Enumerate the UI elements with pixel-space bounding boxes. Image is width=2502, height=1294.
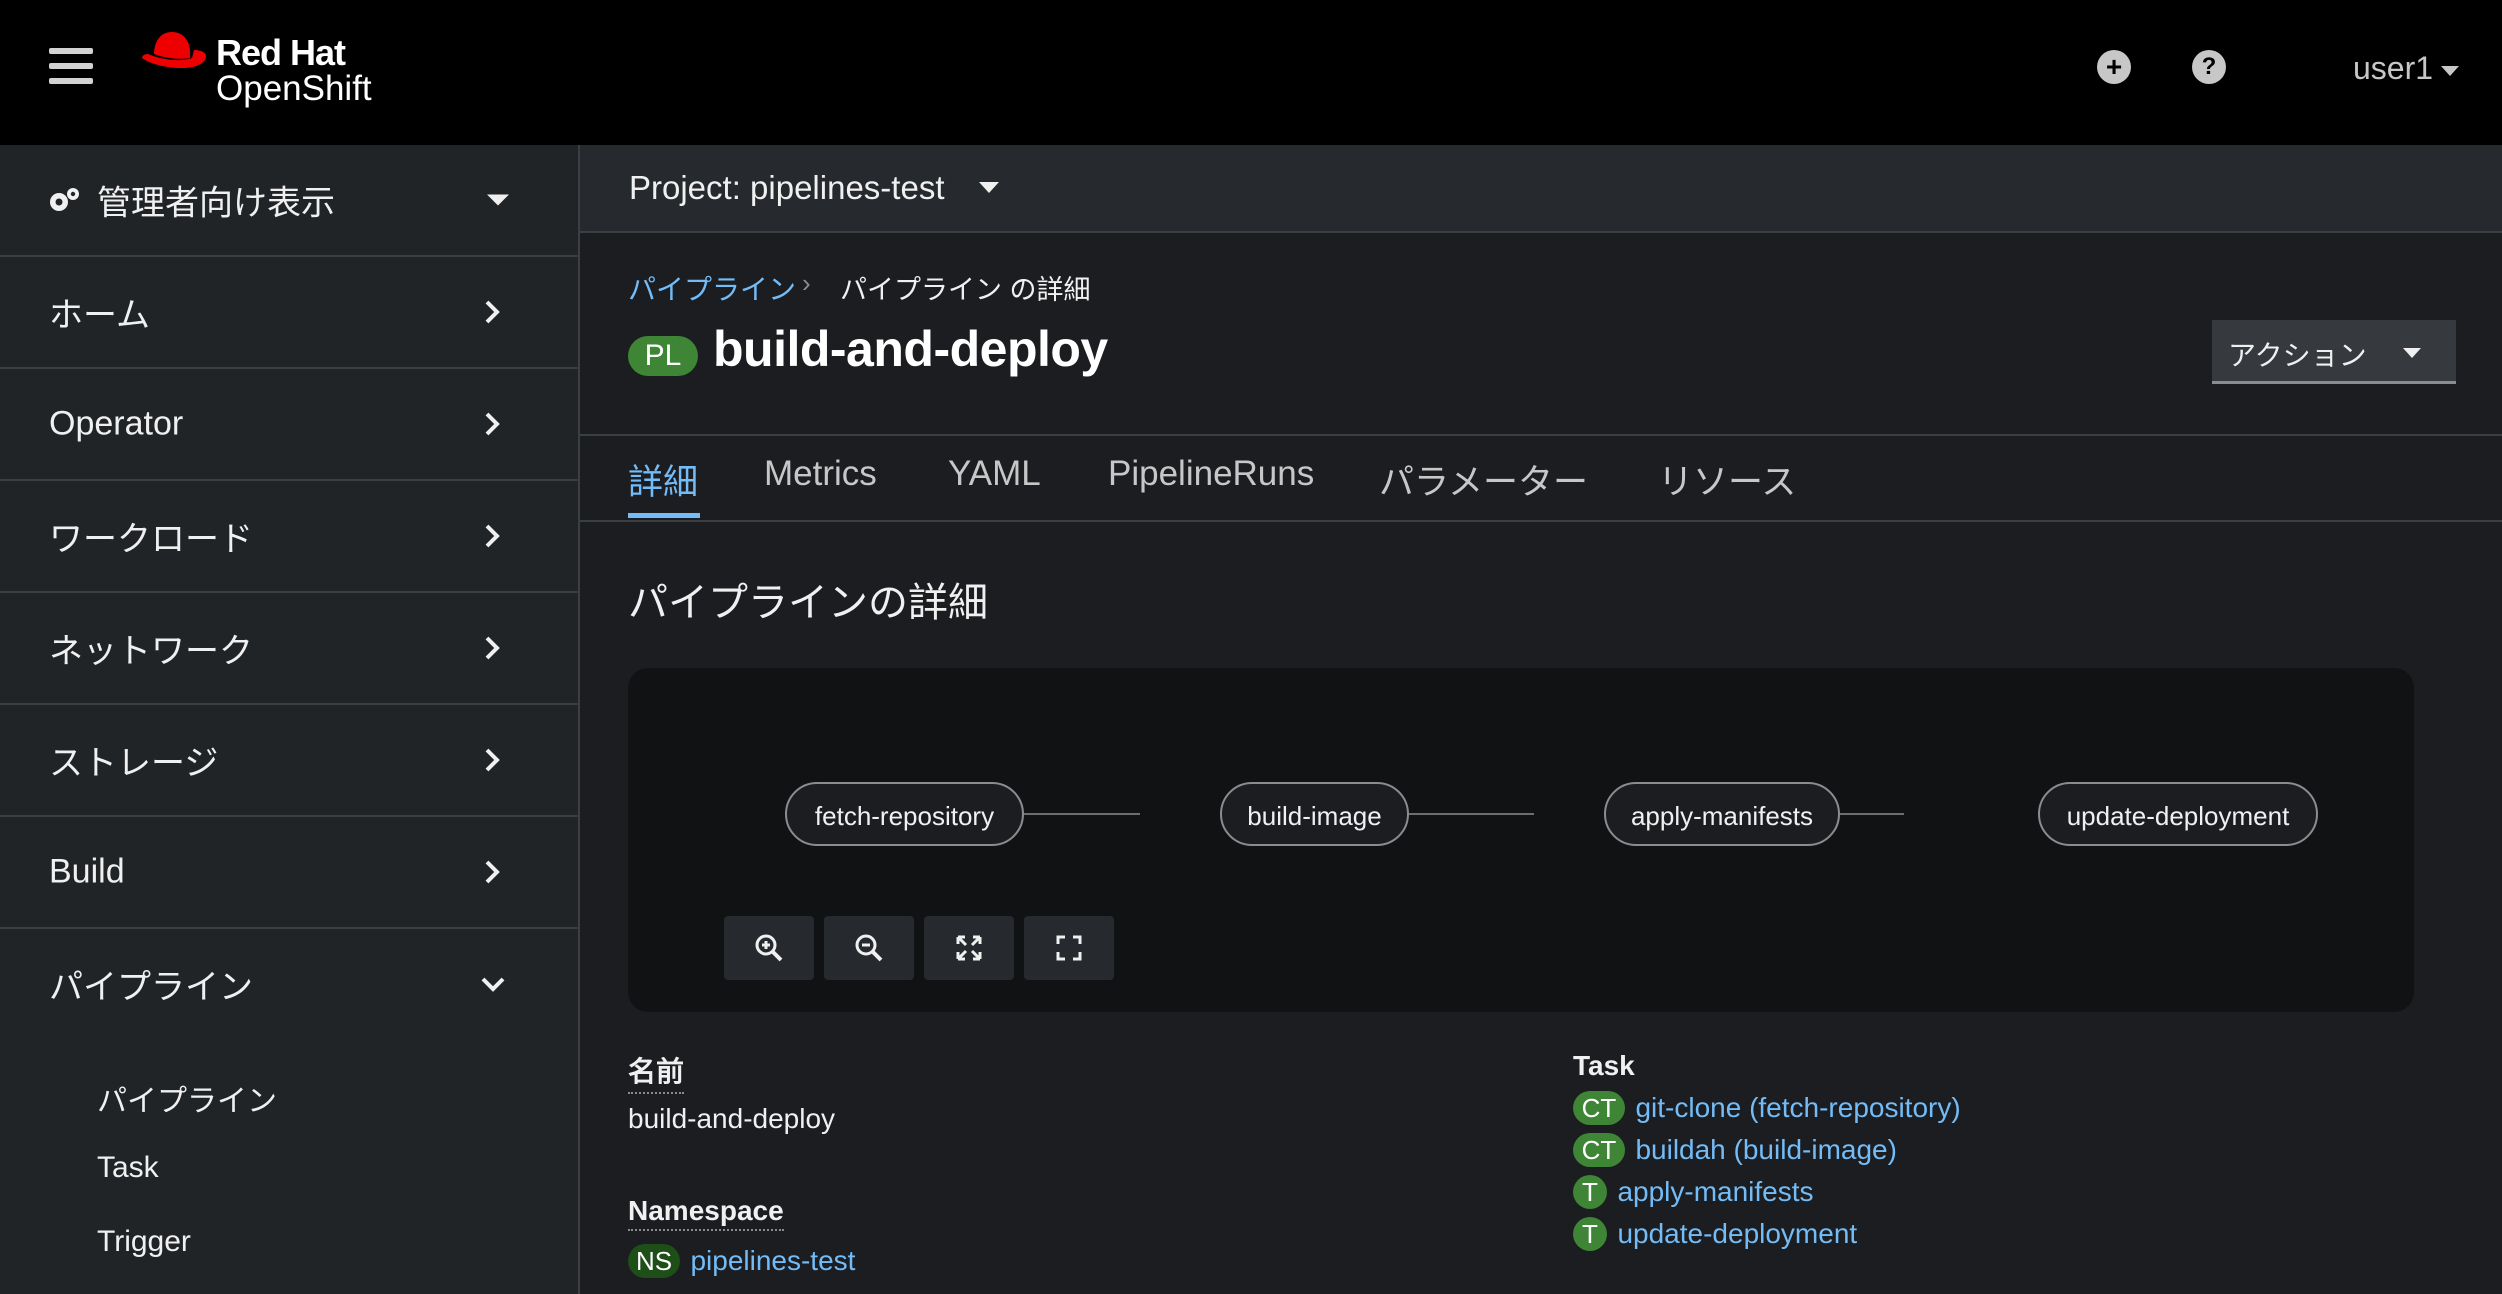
chevron-right-icon [485,748,500,772]
caret-down-icon [2403,348,2421,358]
sidebar-item-label: ワークロード [49,520,253,559]
task-badge: T [1573,1175,1607,1209]
sidebar-item-label: Build [49,852,125,891]
sidebar: 管理者向け表示 ホーム Operator ワークロード ネットワーク ストレージ… [0,145,580,1294]
chevron-right-icon [485,524,500,548]
cogs-icon [50,188,79,211]
user-name: user1 [2353,50,2434,86]
name-label: 名前 [628,1050,685,1094]
project-selector[interactable]: Project: pipelines-test [629,169,944,207]
task-row: T update-deployment [1573,1217,1857,1251]
sidebar-item-label: パイプライン [49,968,253,1007]
sidebar-item-networking[interactable]: ネットワーク [0,593,578,705]
zoom-out-button[interactable] [824,916,914,980]
project-bar: Project: pipelines-test [580,145,2502,233]
namespace-link[interactable]: pipelines-test [690,1245,855,1276]
actions-dropdown[interactable]: アクション [2212,320,2456,384]
name-value: build-and-deploy [628,1103,836,1134]
tab-parameters[interactable]: パラメーター [1379,454,1588,505]
add-icon[interactable]: + [2097,50,2131,84]
task-row: CT git-clone (fetch-repository) [1573,1091,1961,1125]
fit-to-screen-button[interactable] [924,916,1014,980]
graph-node-fetch-repository[interactable]: fetch-repository [785,782,1024,846]
pipeline-graph: fetch-repository build-image apply-manif… [628,668,2414,1012]
chevron-right-icon [485,636,500,660]
tab-yaml[interactable]: YAML [948,454,1041,494]
breadcrumb-current: パイプライン の詳細 [840,275,1091,305]
expand-arrows-icon [956,935,982,961]
sidebar-item-build[interactable]: Build [0,817,578,929]
graph-node-apply-manifests[interactable]: apply-manifests [1604,782,1840,846]
brand-line2: OpenShift [216,69,372,108]
tab-details[interactable]: 詳細 [628,454,698,505]
graph-edge [1408,813,1534,815]
section-title: パイプラインの詳細 [628,581,988,625]
sidebar-subitem-task[interactable]: Task [97,1151,159,1185]
zoom-out-icon [855,934,883,962]
task-badge: CT [1573,1091,1625,1125]
breadcrumb-pipelines-link[interactable]: パイプライン [628,268,796,308]
chevron-right-icon [485,412,500,436]
perspective-label: 管理者向け表示 [97,184,335,223]
active-tab-indicator [628,513,700,518]
task-row: CT buildah (build-image) [1573,1133,1897,1167]
perspective-switcher[interactable]: 管理者向け表示 [0,145,578,257]
sidebar-item-operator[interactable]: Operator [0,369,578,481]
graph-node-build-image[interactable]: build-image [1220,782,1409,846]
chevron-right-icon [485,860,500,884]
tab-resources[interactable]: リソース [1658,454,1796,505]
actions-label: アクション [2228,340,2367,371]
menu-icon[interactable] [49,48,93,90]
sidebar-item-label: ホーム [49,296,150,335]
breadcrumb-separator-icon: › [802,268,811,298]
zoom-in-icon [755,934,783,962]
tab-metrics[interactable]: Metrics [764,454,877,494]
caret-down-icon [487,194,509,206]
task-link[interactable]: apply-manifests [1617,1176,1813,1207]
tab-bar: 詳細 Metrics YAML PipelineRuns パラメーター リソース [580,434,2502,522]
graph-edge [1022,813,1140,815]
redhat-logo-icon [142,32,206,68]
reset-view-button[interactable] [1024,916,1114,980]
tab-pipelineruns[interactable]: PipelineRuns [1108,454,1314,494]
task-label: Task [1573,1050,1635,1081]
task-badge: CT [1573,1133,1625,1167]
task-badge: T [1573,1217,1607,1251]
sidebar-item-storage[interactable]: ストレージ [0,705,578,817]
page-title: build-and-deploy [713,321,1108,377]
task-link[interactable]: git-clone (fetch-repository) [1635,1092,1960,1123]
chevron-right-icon [485,300,500,324]
user-menu[interactable]: user1 [2353,50,2460,87]
zoom-in-button[interactable] [724,916,814,980]
sidebar-item-pipelines[interactable]: パイプライン [0,929,578,1039]
sidebar-item-label: ネットワーク [49,632,253,671]
task-link[interactable]: update-deployment [1617,1218,1857,1249]
resource-badge: PL [628,336,698,376]
caret-down-icon [2441,65,2460,76]
namespace-label: Namespace [628,1195,784,1231]
sidebar-subitem-trigger[interactable]: Trigger [97,1225,191,1259]
sidebar-item-label: ストレージ [49,744,219,783]
masthead: Red Hat OpenShift + ? user1 [0,0,2502,145]
sidebar-item-workloads[interactable]: ワークロード [0,481,578,593]
fullscreen-icon [1056,935,1082,961]
namespace-badge: NS [628,1244,680,1278]
help-icon[interactable]: ? [2192,50,2226,84]
sidebar-subitem-pipelines[interactable]: パイプライン [97,1076,277,1120]
brand-line1: Red Hat [216,32,346,73]
sidebar-item-label: Operator [49,404,184,443]
sidebar-item-home[interactable]: ホーム [0,257,578,369]
task-row: T apply-manifests [1573,1175,1814,1209]
namespace-row: NS pipelines-test [628,1244,855,1278]
task-link[interactable]: buildah (build-image) [1635,1134,1896,1165]
chevron-down-icon [481,977,505,992]
graph-node-update-deployment[interactable]: update-deployment [2038,782,2318,846]
caret-down-icon[interactable] [979,182,999,193]
